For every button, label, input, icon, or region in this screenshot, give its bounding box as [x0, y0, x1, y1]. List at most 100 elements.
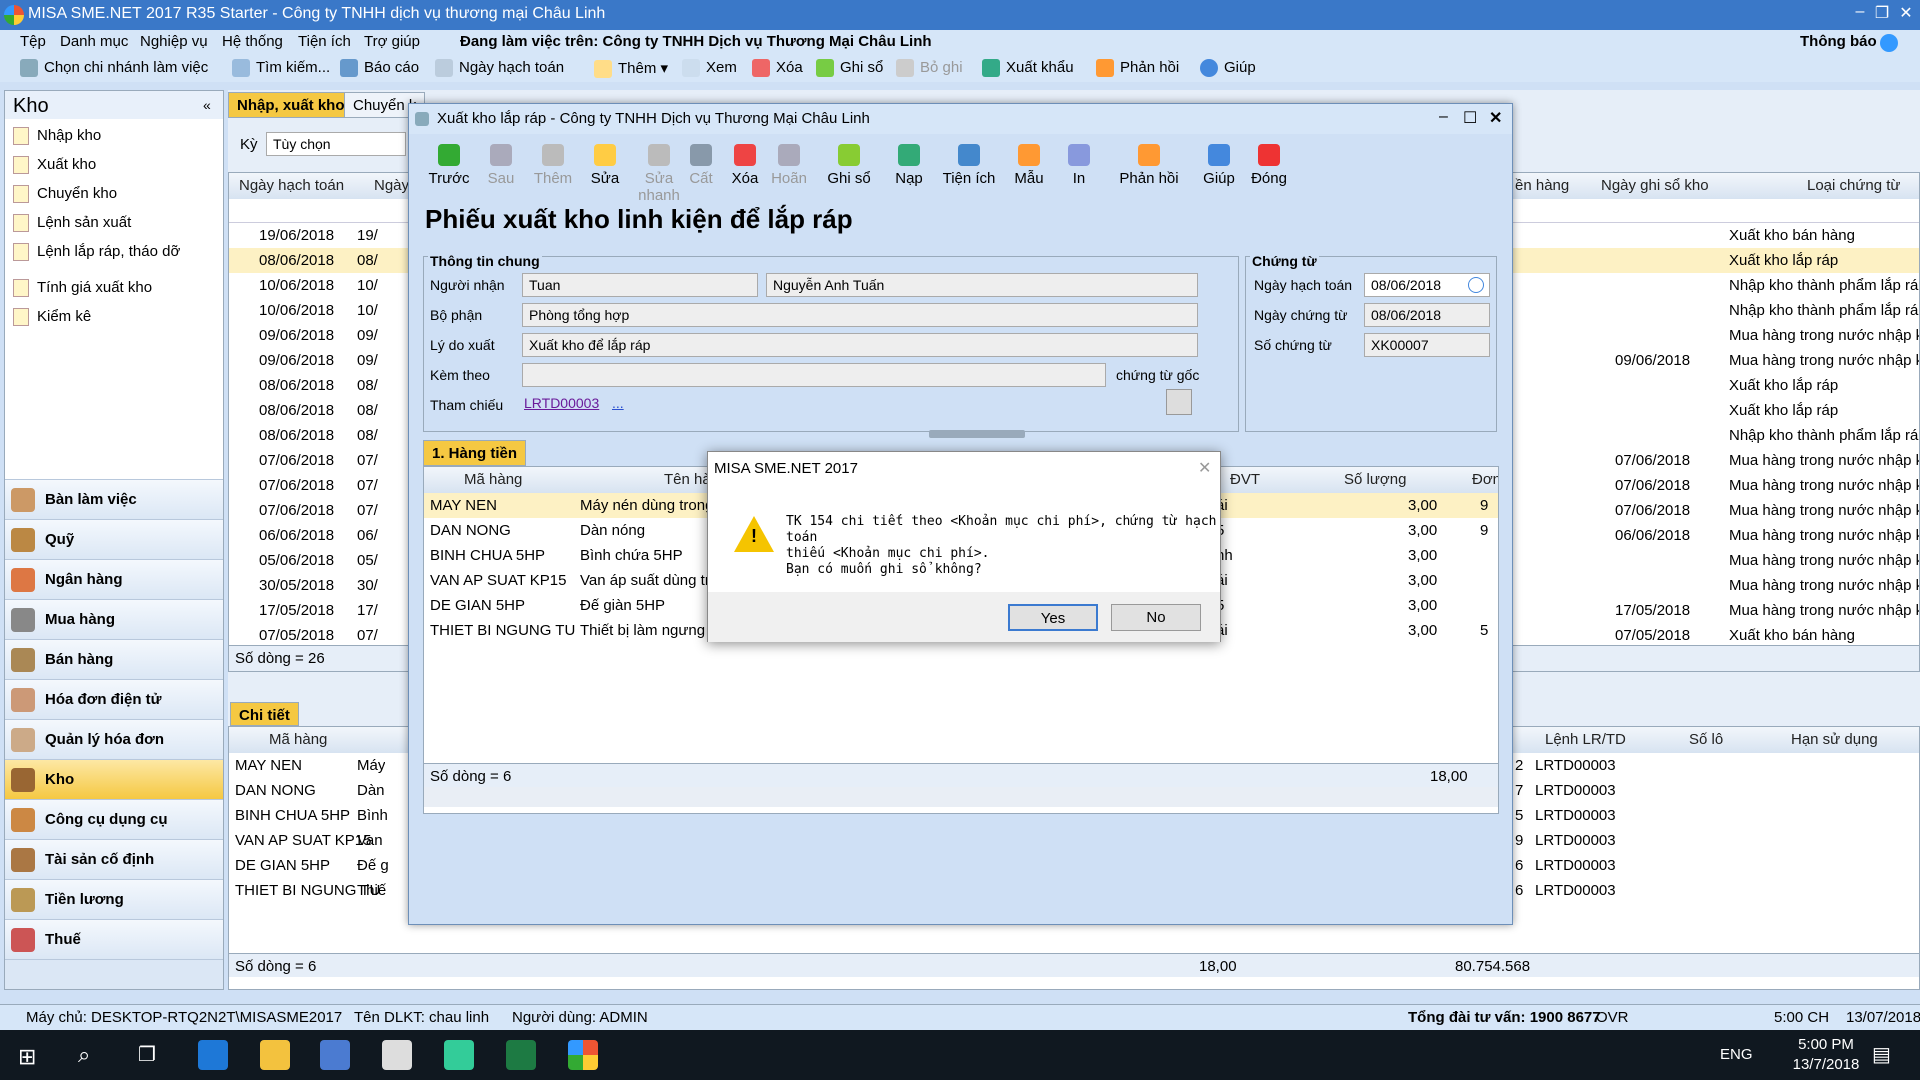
horizontal-scrollbar[interactable] — [424, 787, 1498, 807]
dialog-close-icon[interactable]: ✕ — [1489, 108, 1502, 128]
col-item-don[interactable]: Đơn — [1472, 471, 1498, 488]
voucher-toolbar-button[interactable]: Đóng — [1239, 144, 1299, 187]
col-tien-hang[interactable]: ền hàng — [1515, 177, 1569, 194]
col-item-so-luong[interactable]: Số lượng — [1344, 471, 1406, 488]
menu-nghiep-vu[interactable]: Nghiệp vụ — [140, 33, 208, 50]
col-item-dvt[interactable]: ĐVT — [1230, 471, 1260, 488]
nguoi-nhan-code-input[interactable]: Tuan — [522, 273, 758, 297]
toolbar-add[interactable]: Thêm ▾ — [594, 59, 668, 79]
excel-icon[interactable] — [506, 1040, 536, 1070]
voucher-toolbar-button[interactable]: Thêm — [523, 144, 583, 187]
search-icon[interactable]: ⌕ — [78, 1042, 90, 1068]
nguoi-nhan-name-input[interactable]: Nguyễn Anh Tuấn — [766, 273, 1198, 297]
task-view-icon[interactable]: ❐ — [138, 1042, 156, 1067]
voucher-toolbar-button[interactable]: Sau — [471, 144, 531, 187]
dialog-minimize-icon[interactable]: – — [1439, 108, 1448, 126]
link-lenh-san-xuat[interactable]: Lệnh sản xuất — [13, 214, 131, 233]
close-icon[interactable]: ✕ — [1894, 3, 1918, 25]
edge-icon[interactable] — [198, 1040, 228, 1070]
voucher-toolbar-button[interactable]: Hoãn — [759, 144, 819, 187]
lookup-icon[interactable] — [1166, 389, 1192, 415]
module-quan-ly-hoa-don[interactable]: Quản lý hóa đơn — [5, 719, 223, 759]
link-kiem-ke[interactable]: Kiểm kê — [13, 308, 91, 327]
kem-theo-input[interactable] — [522, 363, 1106, 387]
bo-phan-input[interactable]: Phòng tổng hợp — [522, 303, 1198, 327]
toolbar-posting-date[interactable]: Ngày hạch toán — [435, 59, 564, 78]
toolbar-report[interactable]: Báo cáo — [340, 59, 419, 78]
voucher-toolbar-button[interactable]: Tiện ích — [939, 144, 999, 187]
link-nhap-kho[interactable]: Nhập kho — [13, 127, 101, 146]
link-chuyen-kho[interactable]: Chuyển kho — [13, 185, 117, 204]
menu-danh-muc[interactable]: Danh mục — [60, 33, 128, 50]
toolbar-branch[interactable]: Chọn chi nhánh làm việc — [20, 59, 208, 78]
toolbar-export[interactable]: Xuất khẩu — [982, 59, 1074, 78]
module-ban-lam-viec[interactable]: Bàn làm việc — [5, 479, 223, 519]
ly-do-input[interactable]: Xuất kho để lắp ráp — [522, 333, 1198, 357]
clock-date[interactable]: 13/7/2018 — [1786, 1056, 1866, 1073]
menu-tro-giup[interactable]: Trợ giúp — [364, 33, 420, 50]
minimize-icon[interactable]: – — [1848, 3, 1872, 25]
module-ngan-hang[interactable]: Ngân hàng — [5, 559, 223, 599]
module-tien-luong[interactable]: Tiền lương — [5, 879, 223, 919]
date-picker-icon[interactable] — [1468, 277, 1484, 293]
toolbar-view[interactable]: Xem — [682, 59, 737, 78]
file-explorer-icon[interactable] — [260, 1040, 290, 1070]
toolbar-search[interactable]: Tìm kiếm... — [232, 59, 330, 78]
language-indicator[interactable]: ENG — [1720, 1046, 1753, 1063]
voucher-toolbar-button[interactable]: Trước — [419, 144, 479, 187]
col-item-ma-hang[interactable]: Mã hàng — [464, 471, 522, 488]
col-ngay-ghi-so[interactable]: Ngày ghi sổ kho — [1601, 177, 1709, 194]
toolbar-delete[interactable]: Xóa — [752, 59, 803, 78]
misa-sme-icon[interactable] — [568, 1040, 598, 1070]
tab-chi-tiet[interactable]: Chi tiết — [230, 702, 299, 726]
notification-center-icon[interactable]: ▤ — [1872, 1042, 1891, 1067]
voucher-toolbar-button[interactable]: Nạp — [879, 144, 939, 187]
menu-tien-ich[interactable]: Tiện ích — [298, 33, 351, 50]
col-loai-chung-tu[interactable]: Loại chứng từ — [1807, 177, 1900, 194]
dialog-maximize-icon[interactable]: ☐ — [1463, 108, 1477, 128]
splitter-handle[interactable] — [929, 430, 1025, 438]
module-cong-cu[interactable]: Công cụ dụng cụ — [5, 799, 223, 839]
yes-button[interactable]: Yes — [1008, 604, 1098, 631]
ngay-chung-tu-input[interactable]: 08/06/2018 — [1364, 303, 1490, 327]
module-ban-hang[interactable]: Bán hàng — [5, 639, 223, 679]
col-han-su-dung[interactable]: Hạn sử dụng — [1791, 731, 1878, 748]
voucher-toolbar-button[interactable]: Sửa — [575, 144, 635, 187]
module-hoa-don-dien-tu[interactable]: Hóa đơn điện tử — [5, 679, 223, 719]
col-lenh-lr[interactable]: Lệnh LR/TD — [1545, 731, 1626, 748]
voucher-toolbar-button[interactable]: Ghi sổ — [819, 144, 879, 187]
voucher-toolbar-button[interactable]: Phản hồi — [1119, 144, 1179, 187]
col-item-ten-hang[interactable]: Tên hà — [664, 471, 711, 488]
link-xuat-kho[interactable]: Xuất kho — [13, 156, 96, 175]
module-thue[interactable]: Thuế — [5, 919, 223, 959]
menu-tep[interactable]: Tệp — [20, 33, 46, 50]
no-button[interactable]: No — [1111, 604, 1201, 631]
confirm-close-icon[interactable]: ✕ — [1198, 458, 1211, 478]
module-kho[interactable]: Kho — [5, 759, 223, 799]
tab-hang-tien[interactable]: 1. Hàng tiền — [423, 440, 527, 466]
col-ma-hang[interactable]: Mã hàng — [269, 731, 327, 748]
toolbar-help[interactable]: Giúp — [1200, 59, 1256, 78]
voucher-toolbar-button[interactable]: In — [1049, 144, 1109, 187]
restore-icon[interactable]: ❐ — [1870, 3, 1894, 25]
link-tinh-gia[interactable]: Tính giá xuất kho — [13, 279, 152, 298]
col-so-lo[interactable]: Số lô — [1689, 731, 1723, 748]
link-lenh-lap-rap[interactable]: Lệnh lắp ráp, tháo dỡ — [13, 243, 180, 262]
toolbar-unpost[interactable]: Bỏ ghi — [896, 59, 963, 78]
collapse-icon[interactable]: « — [203, 97, 211, 113]
module-quy[interactable]: Quỹ — [5, 519, 223, 559]
period-select[interactable]: Tùy chọn — [266, 132, 406, 156]
col-ngay[interactable]: Ngày — [374, 177, 409, 194]
toolbar-post[interactable]: Ghi sổ — [816, 59, 883, 78]
tham-chieu-link[interactable]: LRTD00003 — [524, 395, 599, 411]
notification-button[interactable]: Thông báo — [1800, 33, 1877, 50]
toolbar-feedback[interactable]: Phản hồi — [1096, 59, 1179, 78]
mail-icon[interactable] — [382, 1040, 412, 1070]
start-icon[interactable]: ⊞ — [18, 1044, 36, 1070]
tham-chieu-more-link[interactable]: ... — [612, 395, 624, 411]
menu-he-thong[interactable]: Hệ thống — [222, 33, 283, 50]
col-ngay-hach-toan[interactable]: Ngày hạch toán — [239, 177, 344, 194]
clock-time[interactable]: 5:00 PM — [1786, 1036, 1866, 1053]
module-tai-san[interactable]: Tài sản cố định — [5, 839, 223, 879]
so-chung-tu-input[interactable]: XK00007 — [1364, 333, 1490, 357]
